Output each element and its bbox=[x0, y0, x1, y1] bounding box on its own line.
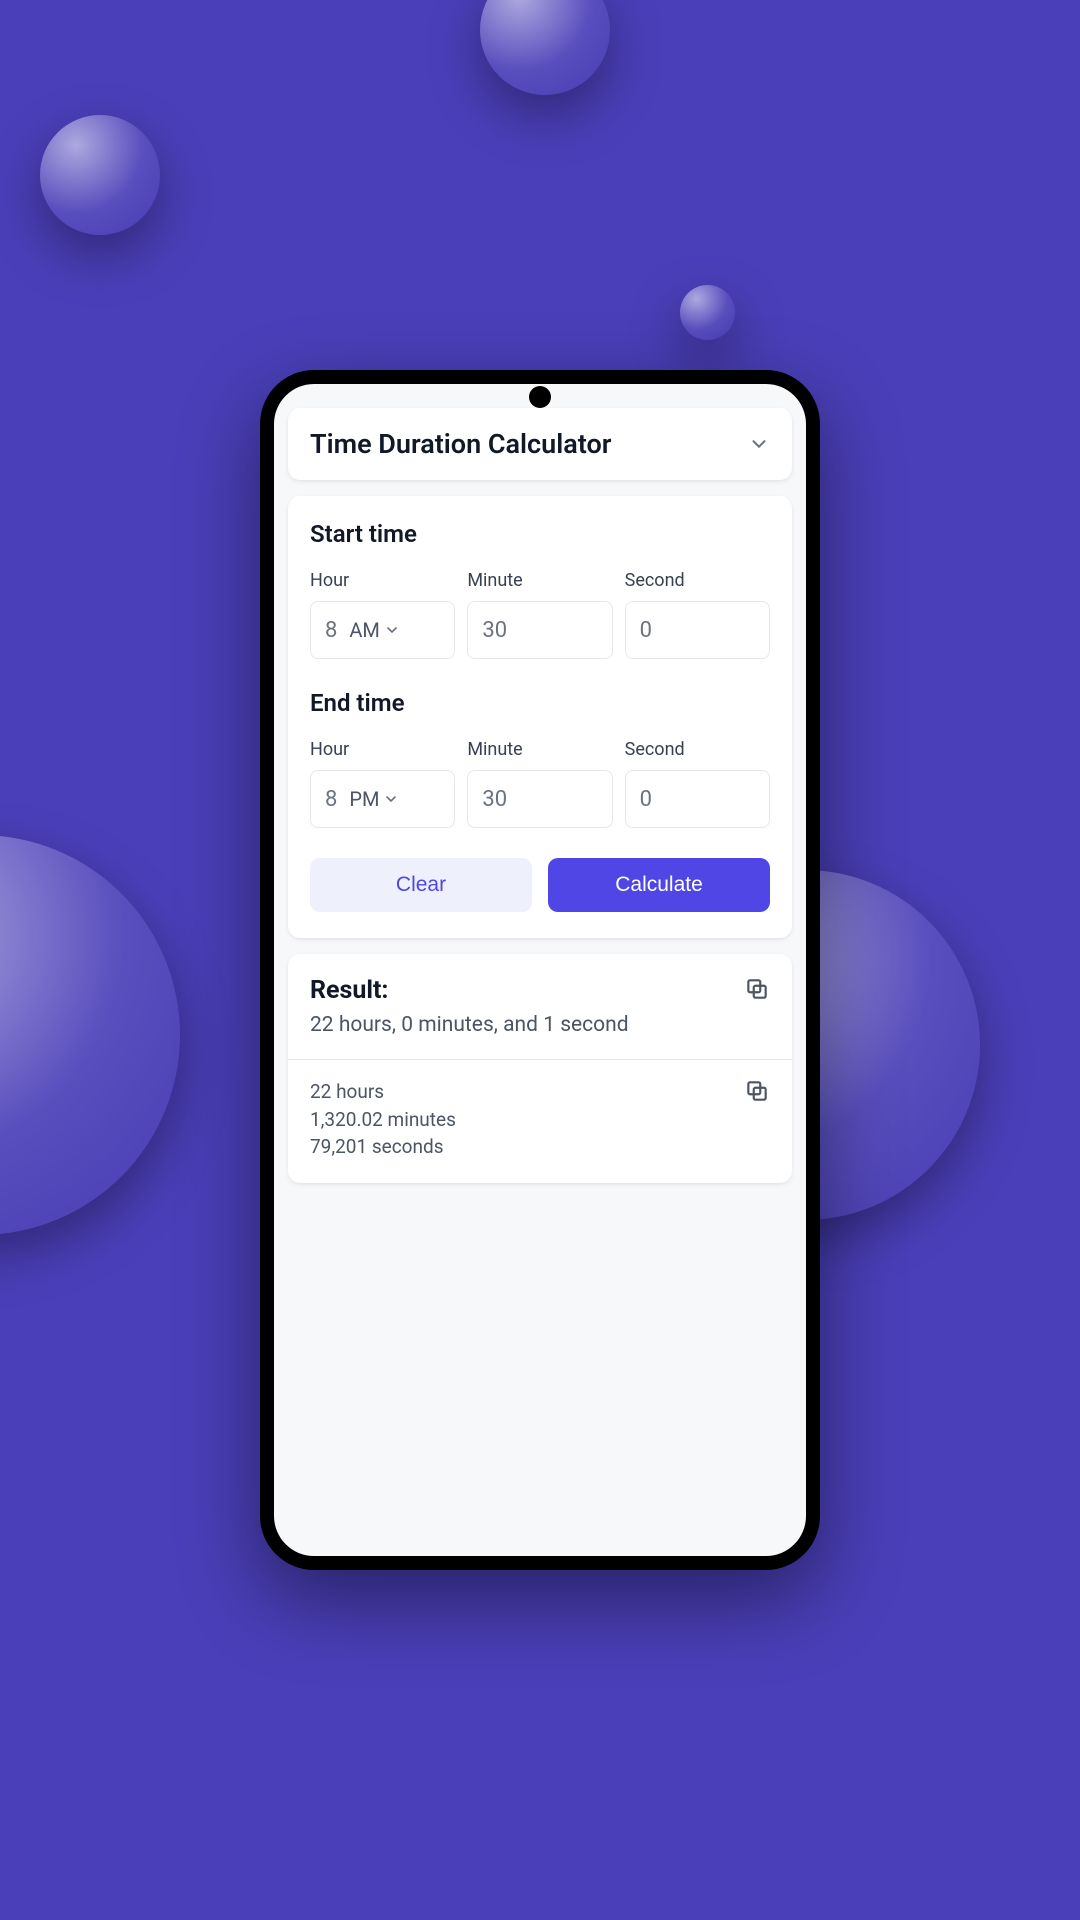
start-second-field: Second 0 bbox=[625, 570, 770, 659]
end-minute-value: 30 bbox=[482, 787, 507, 812]
end-time-row: Hour 8 PM Minute 30 bbox=[310, 739, 770, 828]
app-screen: Time Duration Calculator Start time Hour… bbox=[274, 384, 806, 1556]
start-ampm-selector[interactable]: AM bbox=[349, 618, 400, 642]
chevron-down-icon bbox=[383, 791, 399, 807]
field-label-hour: Hour bbox=[310, 570, 455, 591]
start-second-input[interactable]: 0 bbox=[625, 601, 770, 659]
calculate-button[interactable]: Calculate bbox=[548, 858, 770, 912]
start-second-value: 0 bbox=[640, 618, 652, 643]
breakdown-lines: 22 hours 1,320.02 minutes 79,201 seconds bbox=[310, 1078, 456, 1161]
start-time-row: Hour 8 AM Minute 30 bbox=[310, 570, 770, 659]
start-time-heading: Start time bbox=[310, 520, 770, 548]
calculator-selector[interactable]: Time Duration Calculator bbox=[288, 408, 792, 480]
end-hour-field: Hour 8 PM bbox=[310, 739, 455, 828]
field-label-minute: Minute bbox=[467, 570, 612, 591]
end-hour-value: 8 bbox=[325, 787, 337, 812]
decorative-sphere bbox=[480, 0, 610, 95]
field-label-hour: Hour bbox=[310, 739, 455, 760]
result-breakdown: 22 hours 1,320.02 minutes 79,201 seconds bbox=[310, 1060, 770, 1183]
copy-icon[interactable] bbox=[744, 976, 770, 1002]
result-card: Result: 22 hours, 0 minutes, and 1 secon… bbox=[288, 954, 792, 1183]
breakdown-minutes: 1,320.02 minutes bbox=[310, 1106, 456, 1134]
decorative-sphere bbox=[0, 835, 180, 1235]
start-hour-field: Hour 8 AM bbox=[310, 570, 455, 659]
phone-mockup: Time Duration Calculator Start time Hour… bbox=[260, 370, 820, 1570]
start-hour-value: 8 bbox=[325, 618, 337, 643]
end-minute-field: Minute 30 bbox=[467, 739, 612, 828]
chevron-down-icon bbox=[384, 622, 400, 638]
phone-camera bbox=[529, 386, 551, 408]
result-header: Result: 22 hours, 0 minutes, and 1 secon… bbox=[310, 976, 770, 1059]
end-second-value: 0 bbox=[640, 787, 652, 812]
end-minute-input[interactable]: 30 bbox=[467, 770, 612, 828]
decorative-sphere bbox=[680, 285, 735, 340]
end-second-field: Second 0 bbox=[625, 739, 770, 828]
field-label-second: Second bbox=[625, 570, 770, 591]
end-second-input[interactable]: 0 bbox=[625, 770, 770, 828]
field-label-minute: Minute bbox=[467, 739, 612, 760]
copy-icon[interactable] bbox=[744, 1078, 770, 1104]
time-form: Start time Hour 8 AM Minu bbox=[288, 496, 792, 938]
result-summary: 22 hours, 0 minutes, and 1 second bbox=[310, 1013, 629, 1037]
calculator-selector-label: Time Duration Calculator bbox=[310, 428, 611, 460]
end-ampm-value: PM bbox=[349, 787, 379, 811]
clear-button[interactable]: Clear bbox=[310, 858, 532, 912]
chevron-down-icon bbox=[748, 433, 770, 455]
field-label-second: Second bbox=[625, 739, 770, 760]
breakdown-hours: 22 hours bbox=[310, 1078, 456, 1106]
start-minute-value: 30 bbox=[482, 618, 507, 643]
decorative-sphere bbox=[40, 115, 160, 235]
start-minute-input[interactable]: 30 bbox=[467, 601, 612, 659]
start-hour-input[interactable]: 8 AM bbox=[310, 601, 455, 659]
button-row: Clear Calculate bbox=[310, 858, 770, 912]
start-minute-field: Minute 30 bbox=[467, 570, 612, 659]
result-title: Result: bbox=[310, 976, 629, 1005]
end-ampm-selector[interactable]: PM bbox=[349, 787, 399, 811]
end-time-heading: End time bbox=[310, 689, 770, 717]
end-hour-input[interactable]: 8 PM bbox=[310, 770, 455, 828]
start-ampm-value: AM bbox=[349, 618, 380, 642]
breakdown-seconds: 79,201 seconds bbox=[310, 1133, 456, 1161]
